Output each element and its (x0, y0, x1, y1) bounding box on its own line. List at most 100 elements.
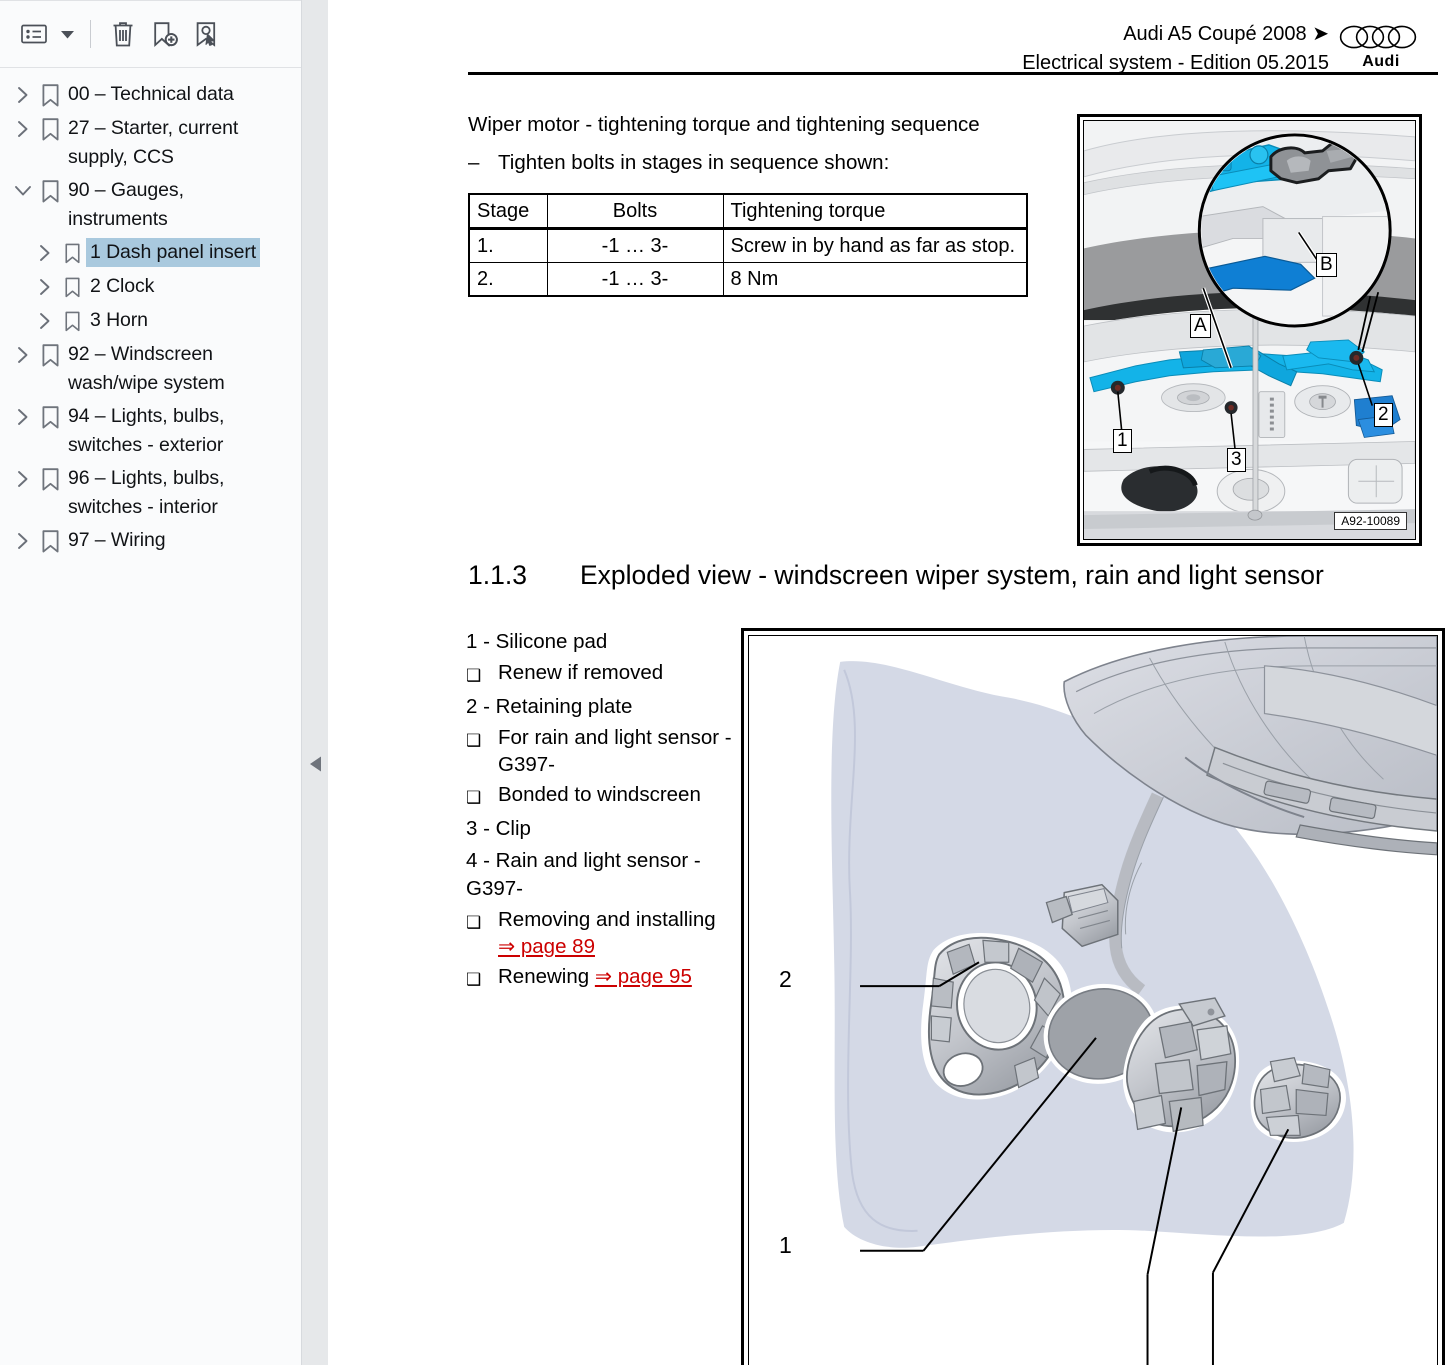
sidebar-item-label: 1 Dash panel insert (86, 238, 260, 267)
part-sub-item: ❑Bonded to windscreen (466, 781, 756, 811)
pdf-viewer-window: 00 – Technical data 27 – Starter, current… (0, 0, 1445, 1365)
part-title: 2 - Retaining plate (466, 693, 756, 721)
part-sub-label: Renewing (498, 965, 595, 988)
sidebar-item-2-clock[interactable]: 2 Clock (0, 270, 301, 304)
figure-wiper-motor-engine-bay[interactable]: A B 1 2 3 A92-10089 (1077, 114, 1422, 546)
bookmarks-toolbar (0, 0, 301, 68)
chevron-right-icon[interactable] (10, 114, 36, 144)
part-legend-item: 2 - Retaining plate ❑For rain and light s… (466, 693, 756, 811)
page-header: Audi A5 Coupé 2008 ➤ Electrical system -… (328, 0, 1445, 78)
torque-instruction-row: – Tighten bolts in stages in sequence sh… (468, 146, 1068, 179)
dash-marker: – (468, 146, 498, 179)
cell-stage: 1. (469, 229, 547, 263)
audi-rings-icon (1339, 24, 1423, 50)
section-heading: 1.1.3 Exploded view - windscreen wiper s… (468, 560, 1324, 591)
checkbox-bullet-icon: ❑ (466, 781, 498, 811)
sidebar-item-1-dash-panel-insert[interactable]: 1 Dash panel insert (0, 236, 301, 270)
sidebar-item-00-technical-data[interactable]: 00 – Technical data (0, 78, 301, 112)
part-legend-item: 1 - Silicone pad ❑Renew if removed (466, 628, 756, 689)
trash-icon[interactable] (103, 14, 143, 54)
add-bookmark-icon[interactable] (145, 14, 185, 54)
chevron-right-icon[interactable] (32, 238, 58, 268)
page-reference-link[interactable]: ⇒ page 95 (595, 965, 692, 988)
cell-torque: Screw in by hand as far as stop. (723, 229, 1027, 263)
bookmarks-tree: 00 – Technical data 27 – Starter, current… (0, 68, 301, 1365)
torque-instruction: Tighten bolts in stages in sequence show… (498, 146, 889, 179)
part-legend-item: 4 - Rain and light sensor - G397-❑Removi… (466, 847, 756, 993)
sidebar-item-label: 96 – Lights, bulbs, switches - interior (64, 464, 276, 522)
bookmark-options-icon[interactable] (14, 14, 54, 54)
sidebar-item-94-lights-bulbs-switches-exterior[interactable]: 94 – Lights, bulbs, switches - exterior (0, 400, 301, 462)
sidebar-item-label: 90 – Gauges, instruments (64, 176, 276, 234)
chevron-down-icon[interactable] (10, 176, 36, 206)
figure1-code: A92-10089 (1334, 512, 1407, 530)
sidebar-item-90-gauges-instruments[interactable]: 90 – Gauges, instruments (0, 174, 301, 236)
bookmark-icon (58, 306, 86, 336)
bookmark-icon (58, 272, 86, 302)
chevron-right-icon[interactable] (32, 306, 58, 336)
bookmark-icon (36, 340, 64, 370)
sidebar-item-96-lights-bulbs-switches-interior[interactable]: 96 – Lights, bulbs, switches - interior (0, 462, 301, 524)
figure2-callout-1: 1 (779, 1232, 792, 1259)
page-reference-link[interactable]: ⇒ page 89 (498, 935, 595, 958)
section-title: Exploded view - windscreen wiper system,… (580, 560, 1324, 591)
part-sub-item: ❑For rain and light sensor - G397- (466, 724, 756, 778)
part-sub-text: Bonded to windscreen (498, 781, 756, 811)
sidebar-item-92-windscreen-wash-wipe-system[interactable]: 92 – Windscreen wash/wipe system (0, 338, 301, 400)
sidebar-item-label: 92 – Windscreen wash/wipe system (64, 340, 276, 398)
sidebar-splitter[interactable] (302, 0, 328, 1365)
part-sub-text: Renewing ⇒ page 95 (498, 963, 756, 993)
part-sub-label: Removing and installing (498, 908, 716, 931)
part-sub-label: Renew if removed (498, 661, 663, 684)
chevron-right-icon[interactable] (32, 272, 58, 302)
part-sub-label: For rain and light sensor - G397- (498, 726, 732, 776)
bookmark-icon (36, 176, 64, 206)
chevron-right-icon[interactable] (10, 526, 36, 556)
header-title-block: Audi A5 Coupé 2008 ➤ Electrical system -… (1022, 20, 1339, 78)
chevron-down-icon[interactable] (56, 14, 78, 54)
checkbox-bullet-icon: ❑ (466, 963, 498, 993)
bookmark-icon (36, 526, 64, 556)
document-page[interactable]: Audi A5 Coupé 2008 ➤ Electrical system -… (328, 0, 1445, 1365)
chevron-right-icon[interactable] (10, 340, 36, 370)
part-title: 3 - Clip (466, 815, 756, 843)
cell-torque: 8 Nm (723, 263, 1027, 297)
chevron-right-icon[interactable] (10, 80, 36, 110)
part-sub-text: For rain and light sensor - G397- (498, 724, 756, 778)
figure2-callout-2: 2 (779, 966, 792, 993)
chevron-right-icon[interactable] (10, 402, 36, 432)
th-torque: Tightening torque (723, 194, 1027, 229)
part-sub-item: ❑Renewing ⇒ page 95 (466, 963, 756, 993)
bookmarks-sidebar: 00 – Technical data 27 – Starter, current… (0, 0, 302, 1365)
table-header-row: Stage Bolts Tightening torque (469, 194, 1027, 229)
table-body: 1. -1 … 3- Screw in by hand as far as st… (469, 229, 1027, 297)
figure-exploded-view[interactable]: 2 1 (741, 628, 1445, 1365)
table-row: 2. -1 … 3- 8 Nm (469, 263, 1027, 297)
torque-section: Wiper motor - tightening torque and tigh… (468, 108, 1068, 297)
exploded-view-illustration (749, 636, 1437, 1365)
cell-stage: 2. (469, 263, 547, 297)
figure1-callout-A: A (1190, 314, 1211, 338)
sidebar-item-97-wiring[interactable]: 97 – Wiring (0, 524, 301, 558)
checkbox-bullet-icon: ❑ (466, 906, 498, 960)
sidebar-item-label: 3 Horn (86, 306, 152, 335)
sidebar-item-3-horn[interactable]: 3 Horn (0, 304, 301, 338)
collapse-sidebar-handle[interactable] (307, 755, 323, 773)
part-title: 4 - Rain and light sensor - G397- (466, 847, 756, 903)
sidebar-item-label: 00 – Technical data (64, 80, 238, 109)
bookmark-icon (36, 80, 64, 110)
sidebar-item-label: 97 – Wiring (64, 526, 170, 555)
sidebar-item-label: 94 – Lights, bulbs, switches - exterior (64, 402, 276, 460)
part-title: 1 - Silicone pad (466, 628, 756, 656)
figure1-callout-2: 2 (1374, 403, 1393, 427)
find-bookmark-icon[interactable] (187, 14, 227, 54)
audi-wordmark: Audi (1339, 53, 1423, 71)
chevron-right-icon[interactable] (10, 464, 36, 494)
figure1-callout-1: 1 (1113, 429, 1132, 453)
audi-logo: Audi (1339, 20, 1423, 71)
cell-bolts: -1 … 3- (547, 229, 723, 263)
toolbar-divider (90, 20, 91, 48)
sidebar-item-27-starter-current-supply-ccs[interactable]: 27 – Starter, current supply, CCS (0, 112, 301, 174)
checkbox-bullet-icon: ❑ (466, 659, 498, 689)
section-number: 1.1.3 (468, 560, 580, 591)
